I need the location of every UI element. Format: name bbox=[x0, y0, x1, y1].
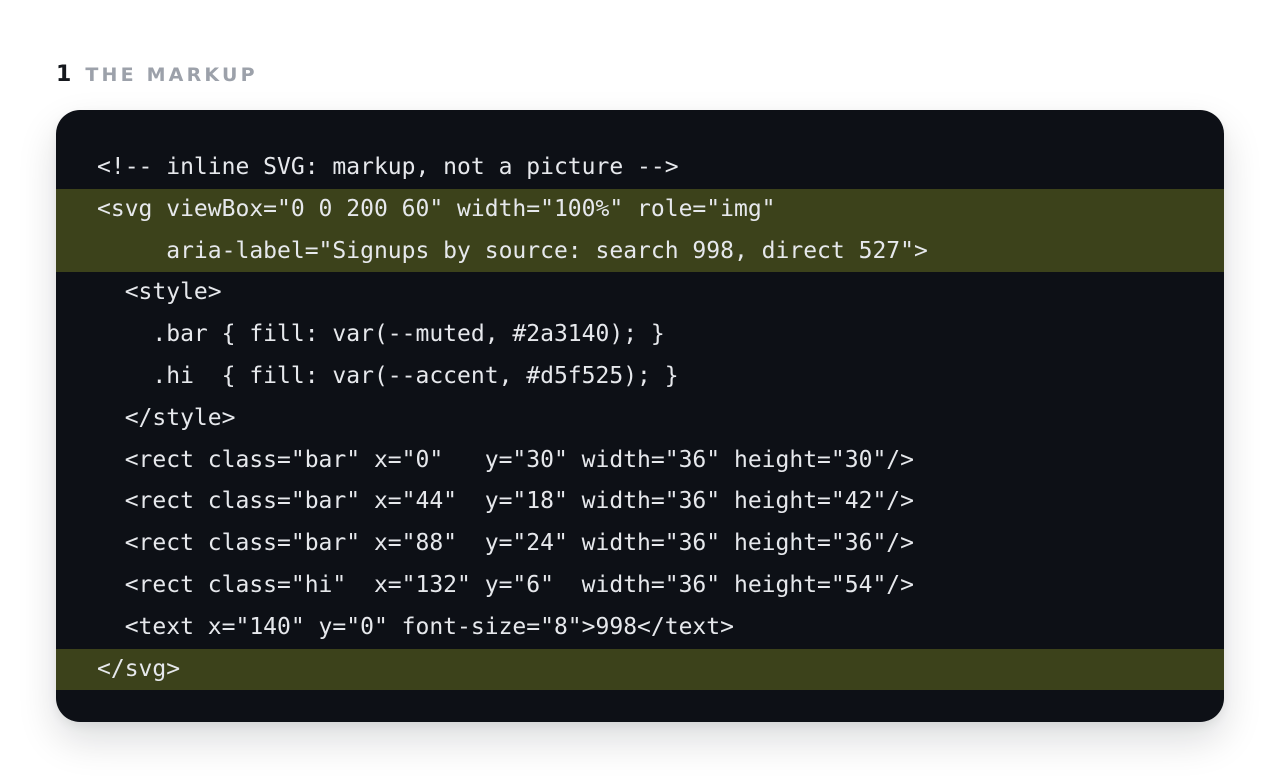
code-line: <text x="140" y="0" font-size="8">998</t… bbox=[97, 613, 734, 640]
code-line: <rect class="bar" x="44" y="18" width="3… bbox=[97, 488, 914, 515]
code-line: <rect class="bar" x="88" y="24" width="3… bbox=[97, 530, 914, 557]
code-line: <style> bbox=[97, 279, 222, 306]
code-line: <rect class="bar" x="0" y="30" width="36… bbox=[97, 446, 914, 473]
code-line: .bar { fill: var(--muted, #2a3140); } bbox=[97, 321, 665, 348]
code-line: <rect class="hi" x="132" y="6" width="36… bbox=[97, 571, 914, 598]
code-line: .hi { fill: var(--accent, #d5f525); } bbox=[97, 362, 679, 389]
code-line-highlighted: aria-label="Signups by source: search 99… bbox=[56, 230, 1224, 273]
code-line: <!-- inline SVG: markup, not a picture -… bbox=[97, 154, 679, 180]
code-line: </style> bbox=[97, 404, 236, 431]
section-title: THE MARKUP bbox=[85, 64, 258, 86]
code-line-highlighted: <svg viewBox="0 0 200 60" width="100%" r… bbox=[56, 188, 1224, 231]
code-line-highlighted: </svg> bbox=[56, 648, 1224, 691]
section-heading: 1 THE MARKUP bbox=[56, 60, 258, 90]
section-number: 1 bbox=[56, 62, 72, 87]
code-block: <!-- inline SVG: markup, not a picture -… bbox=[56, 110, 1224, 722]
